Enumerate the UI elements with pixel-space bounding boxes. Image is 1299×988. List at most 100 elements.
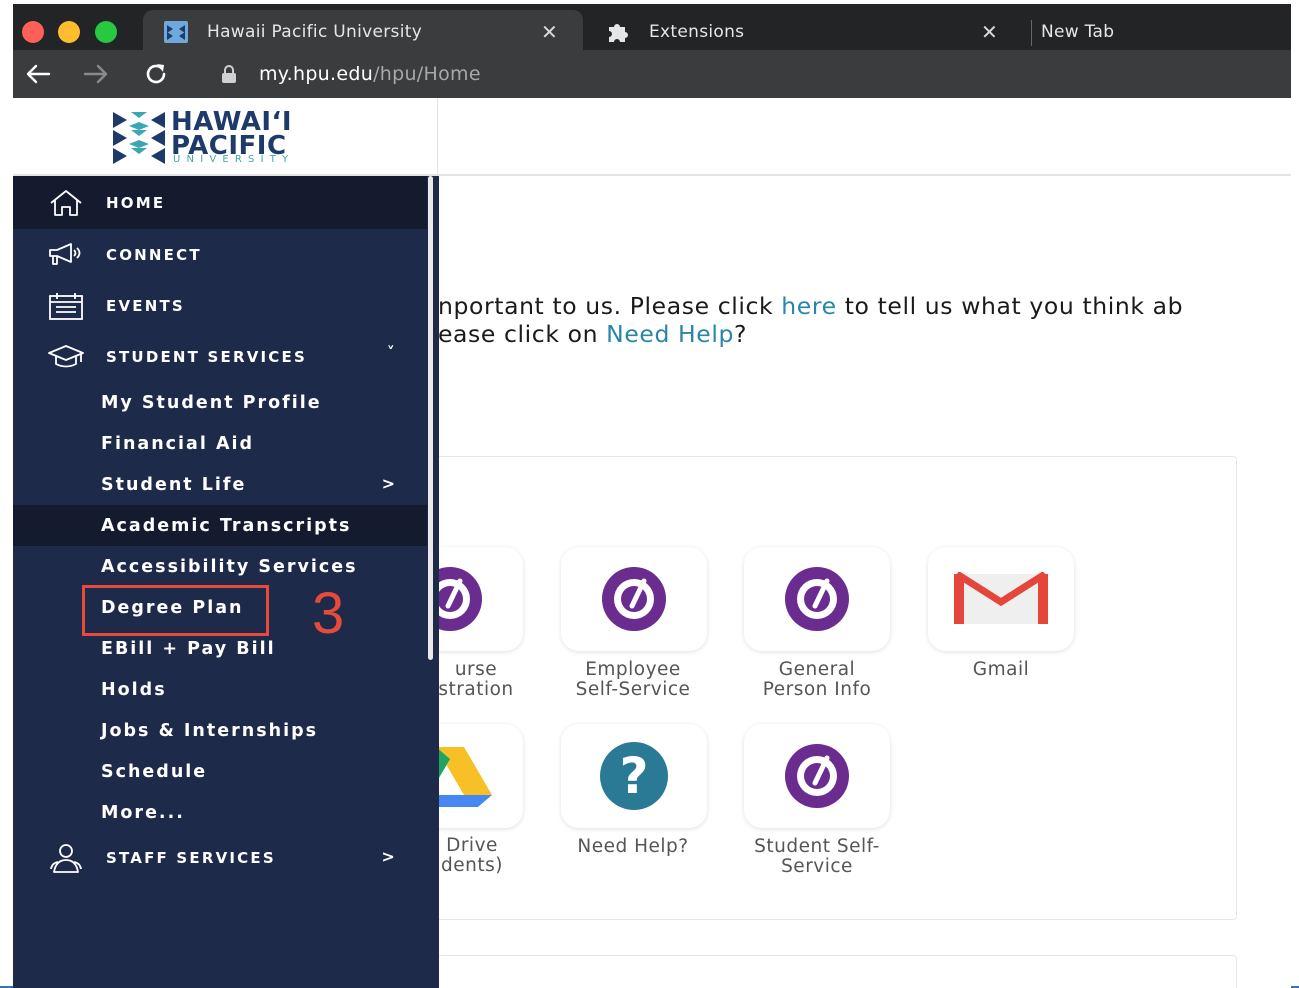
megaphone-icon <box>46 238 86 272</box>
tile-label-line: Self-Service <box>575 679 691 700</box>
sidebar-subitem-my-student-profile[interactable]: My Student Profile <box>13 382 427 423</box>
maximize-window-button[interactable] <box>95 21 117 43</box>
sidebar-subitem-schedule[interactable]: Schedule <box>13 751 427 792</box>
chevron-right-icon: > <box>381 474 397 493</box>
sidebar-subitem-label: Accessibility Services <box>101 556 358 577</box>
need-help-tile[interactable]: ? <box>561 724 707 828</box>
lock-icon <box>221 65 237 87</box>
minimize-window-button[interactable] <box>58 21 80 43</box>
sidebar-item-staff-services[interactable]: STAFF SERVICES > <box>13 835 427 881</box>
notice-line-2: ease click on Need Help? <box>438 320 1183 348</box>
back-arrow-icon <box>26 64 51 84</box>
tile-label-line: Employee <box>585 659 681 680</box>
svg-text:?: ? <box>619 747 648 805</box>
tab-close-icon[interactable]: ✕ <box>541 20 558 44</box>
tab-title: Hawaii Pacific University <box>207 22 423 42</box>
employee-self-service-tile[interactable] <box>561 547 707 651</box>
gmail-tile[interactable] <box>928 547 1074 651</box>
sidebar-nav: HOME CONNECT EVENTS STUDENT SERVICES ˅ M <box>13 176 439 988</box>
tile-label-line: Service <box>781 856 853 877</box>
browser-toolbar: my.hpu.edu/hpu/Home <box>13 50 1291 98</box>
home-icon <box>46 186 86 220</box>
sidebar-subitem-label: My Student Profile <box>101 392 322 413</box>
hpu-favicon-icon <box>163 21 189 43</box>
graduation-cap-icon <box>46 340 86 374</box>
tab-close-icon[interactable]: ✕ <box>981 20 998 44</box>
sidebar-subitem-more[interactable]: More... <box>13 792 427 833</box>
annotation-highlight-box <box>82 585 269 636</box>
tab-title: Extensions <box>649 22 745 42</box>
tab-extensions[interactable]: Extensions ✕ <box>585 10 1023 54</box>
chevron-right-icon: > <box>381 847 397 866</box>
tab-title: New Tab <box>1041 22 1115 42</box>
secondary-panel <box>425 955 1237 988</box>
browser-tab-bar: Hawaii Pacific University ✕ Extensions ✕… <box>13 4 1291 54</box>
sidebar-item-events[interactable]: EVENTS <box>13 280 427 331</box>
hpu-logo[interactable]: HAWAI‘I PACIFIC UNIVERSITY <box>113 109 328 166</box>
sidebar-subitem-label: EBill + Pay Bill <box>101 638 276 659</box>
sidebar-subitem-label: Academic Transcripts <box>101 515 352 536</box>
tile-label: Employee Self-Service <box>533 660 733 700</box>
sidebar-subitem-label: Student Life <box>101 474 247 495</box>
sidebar-item-label: EVENTS <box>106 296 185 315</box>
sidebar-item-home[interactable]: HOME <box>13 176 427 229</box>
sidebar-subitem-student-life[interactable]: Student Life > <box>13 464 427 505</box>
hpu-emblem-icon <box>113 112 165 164</box>
chevron-down-icon: ˅ <box>386 343 397 362</box>
screen: Hawaii Pacific University ✕ Extensions ✕… <box>0 0 1299 988</box>
feedback-link[interactable]: here <box>781 292 836 320</box>
ellucian-icon <box>785 744 849 808</box>
back-button[interactable] <box>23 59 53 89</box>
sidebar-subitem-academic-transcripts[interactable]: Academic Transcripts <box>13 505 427 546</box>
sidebar-item-label: STUDENT SERVICES <box>106 347 307 366</box>
url-host: my.hpu.edu <box>259 63 374 85</box>
logo-wordmark: HAWAI‘I PACIFIC <box>171 109 292 159</box>
sidebar-subitem-accessibility-services[interactable]: Accessibility Services <box>13 546 427 587</box>
reload-icon <box>146 64 166 84</box>
sidebar-item-label: CONNECT <box>106 245 202 264</box>
notice-line-1: nportant to us. Please click here to tel… <box>438 292 1183 320</box>
tile-label: General Person Info <box>717 660 917 700</box>
tab-hpu[interactable]: Hawaii Pacific University ✕ <box>143 10 583 54</box>
header-divider <box>437 98 438 176</box>
sidebar-scrollbar[interactable] <box>428 176 433 660</box>
tile-label: Gmail <box>901 660 1101 680</box>
close-window-button[interactable] <box>22 21 44 43</box>
sidebar-subitem-label: Jobs & Internships <box>101 720 319 741</box>
tile-label: Need Help? <box>533 837 733 857</box>
sidebar-subitem-label: Schedule <box>101 761 208 782</box>
puzzle-icon <box>605 21 631 43</box>
reload-button[interactable] <box>141 59 171 89</box>
help-icon: ? <box>600 742 668 810</box>
sidebar-subitem-financial-aid[interactable]: Financial Aid <box>13 423 427 464</box>
sidebar-subitem-label: More... <box>101 802 185 823</box>
student-self-service-tile[interactable] <box>744 724 890 828</box>
notice-text: ? <box>734 320 748 348</box>
tile-label: Student Self- Service <box>717 837 917 877</box>
logo-subtitle: UNIVERSITY <box>173 154 295 165</box>
sidebar-item-label: HOME <box>106 193 166 212</box>
notice-text: nportant to us. Please click <box>438 292 782 320</box>
sidebar-subitem-holds[interactable]: Holds <box>13 669 427 710</box>
url-field[interactable]: my.hpu.edu/hpu/Home <box>259 63 481 85</box>
annotation-step-number: 3 <box>312 581 345 646</box>
calendar-icon <box>46 289 86 323</box>
notice-text: ease click on <box>438 320 607 348</box>
tab-new-tab[interactable]: New Tab <box>1023 10 1291 54</box>
gmail-icon <box>954 572 1048 624</box>
ellucian-icon <box>785 567 849 631</box>
notice-text: to tell us what you think ab <box>836 292 1184 320</box>
general-person-info-tile[interactable] <box>744 547 890 651</box>
sidebar-item-student-services[interactable]: STUDENT SERVICES ˅ <box>13 331 427 382</box>
forward-arrow-icon <box>83 64 108 84</box>
forward-button[interactable] <box>81 59 111 89</box>
sidebar-subitem-label: Holds <box>101 679 167 700</box>
sidebar-subitem-jobs-internships[interactable]: Jobs & Internships <box>13 710 427 751</box>
tile-label-line: Student Self- <box>754 836 880 857</box>
ellucian-icon <box>602 567 666 631</box>
need-help-link[interactable]: Need Help <box>606 320 734 348</box>
sidebar-item-label: STAFF SERVICES <box>106 849 276 867</box>
sidebar-item-connect[interactable]: CONNECT <box>13 229 427 280</box>
feedback-notice: nportant to us. Please click here to tel… <box>438 292 1183 348</box>
tile-label-line: Need Help? <box>577 836 689 857</box>
